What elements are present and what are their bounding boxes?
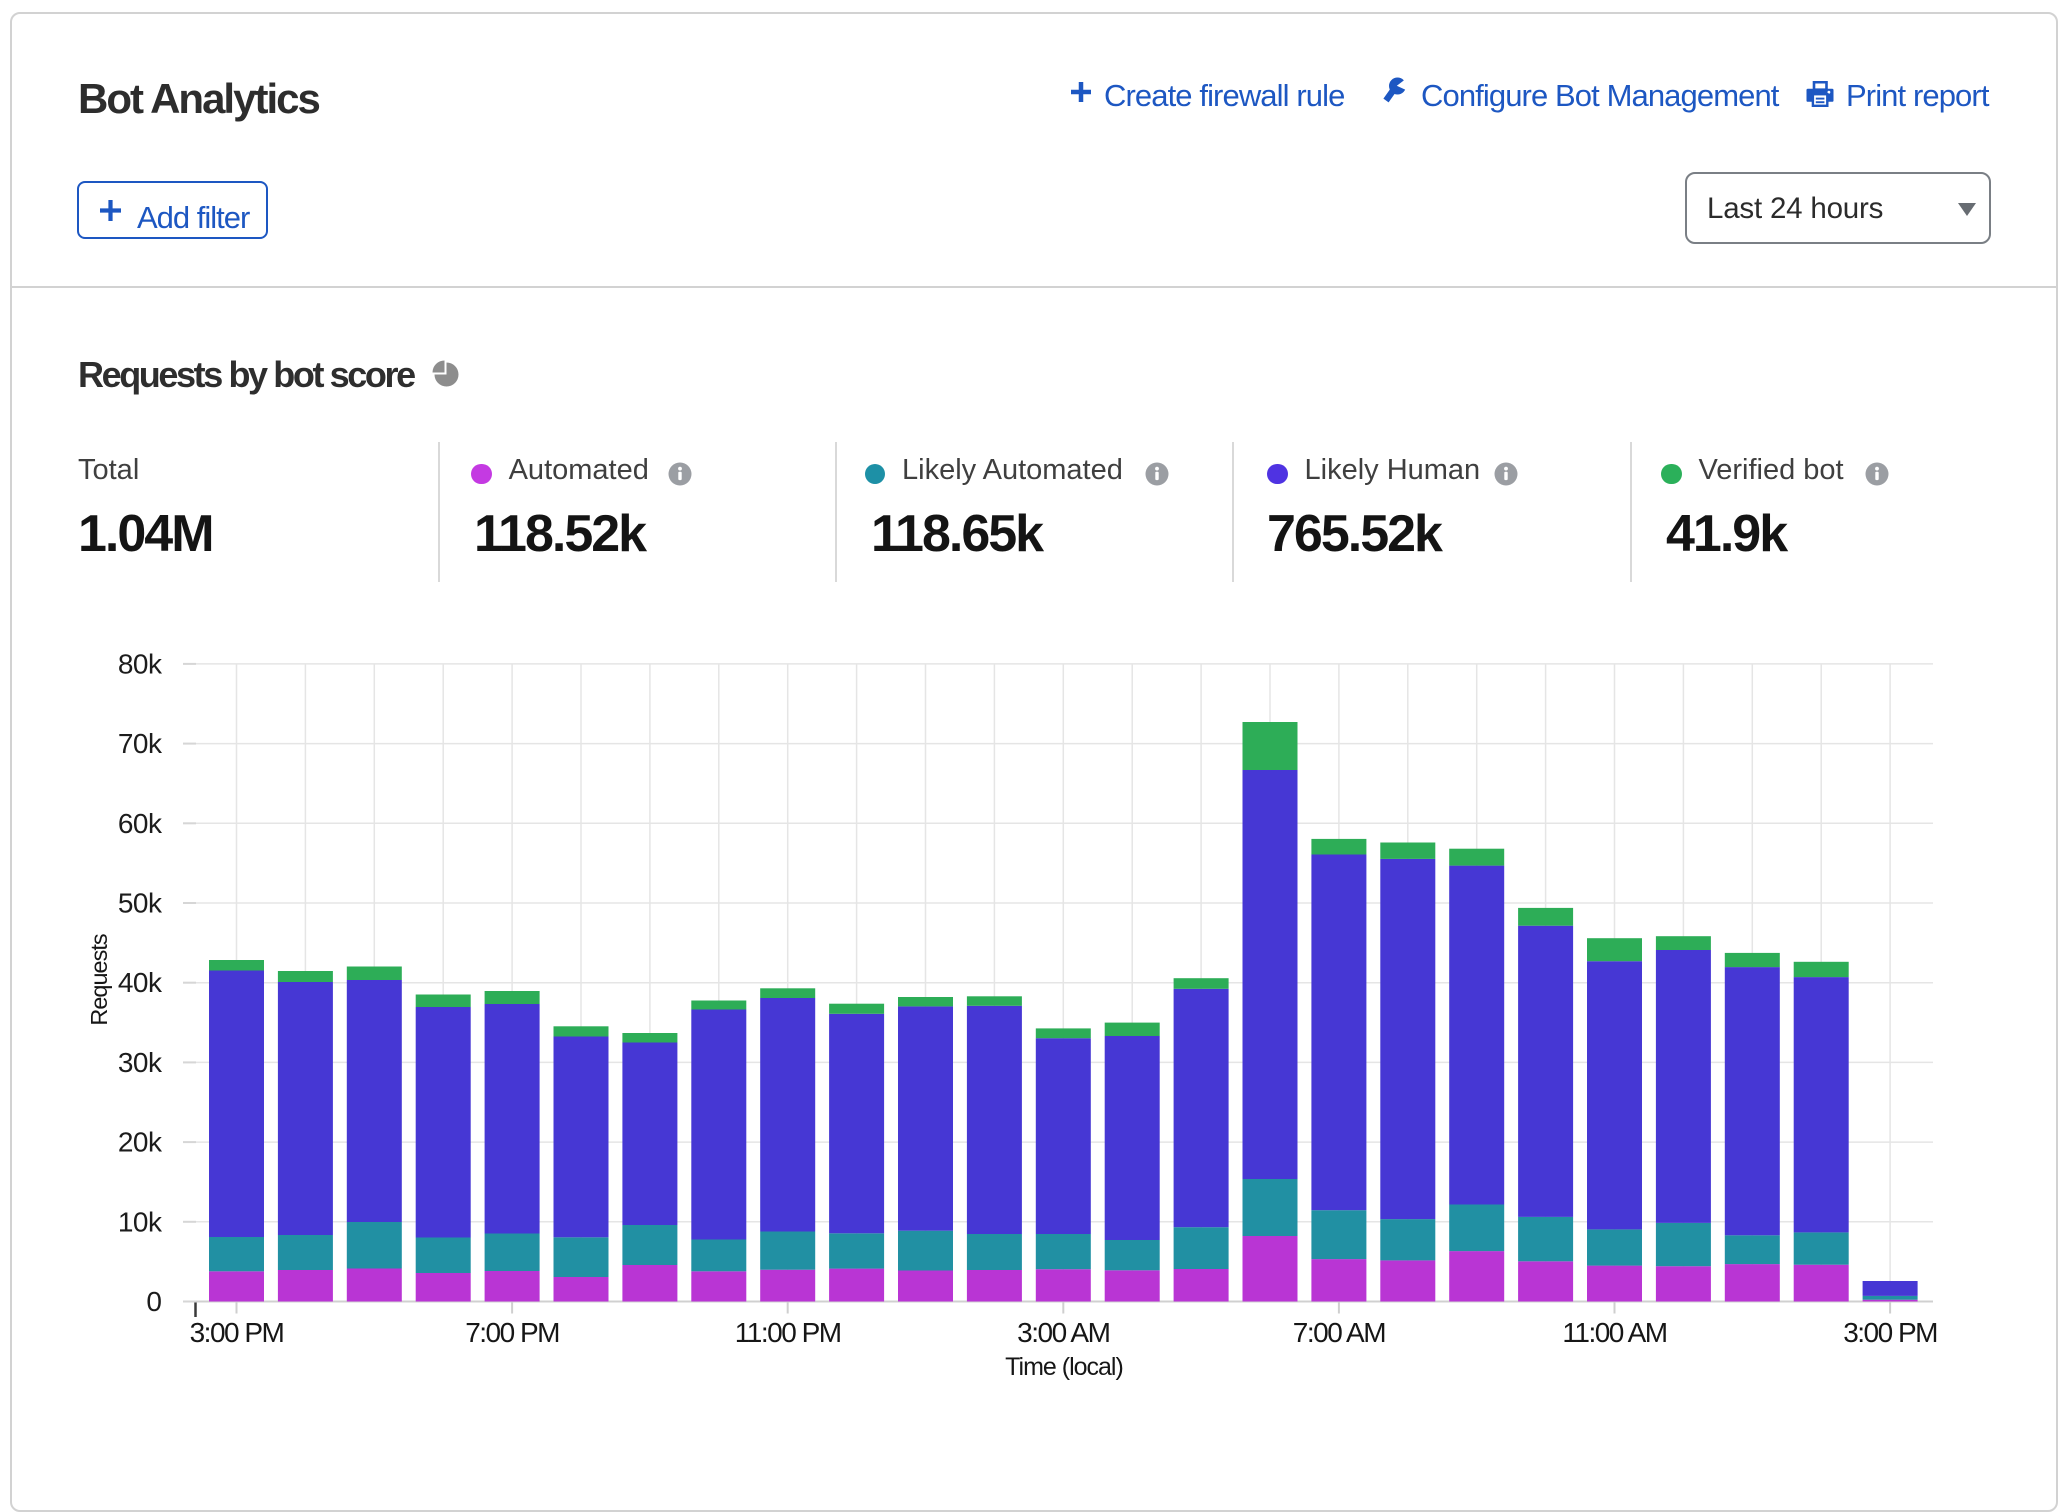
svg-text:60k: 60k (118, 808, 163, 839)
svg-text:0: 0 (146, 1286, 161, 1317)
svg-text:40k: 40k (118, 967, 163, 998)
svg-text:Requests: Requests (86, 934, 112, 1026)
svg-text:3:00 PM: 3:00 PM (1843, 1317, 1937, 1348)
svg-text:80k: 80k (118, 648, 163, 679)
svg-text:10k: 10k (118, 1206, 163, 1237)
svg-text:30k: 30k (118, 1047, 163, 1078)
svg-text:11:00 AM: 11:00 AM (1562, 1317, 1666, 1348)
svg-text:Time (local): Time (local) (1005, 1353, 1123, 1381)
svg-text:11:00 PM: 11:00 PM (735, 1317, 841, 1348)
svg-text:3:00 AM: 3:00 AM (1017, 1317, 1109, 1348)
svg-text:7:00 PM: 7:00 PM (465, 1317, 559, 1348)
svg-text:3:00 PM: 3:00 PM (190, 1317, 284, 1348)
svg-text:50k: 50k (118, 888, 163, 919)
svg-text:7:00 AM: 7:00 AM (1293, 1317, 1385, 1348)
svg-text:70k: 70k (118, 728, 163, 759)
svg-text:20k: 20k (118, 1127, 163, 1158)
